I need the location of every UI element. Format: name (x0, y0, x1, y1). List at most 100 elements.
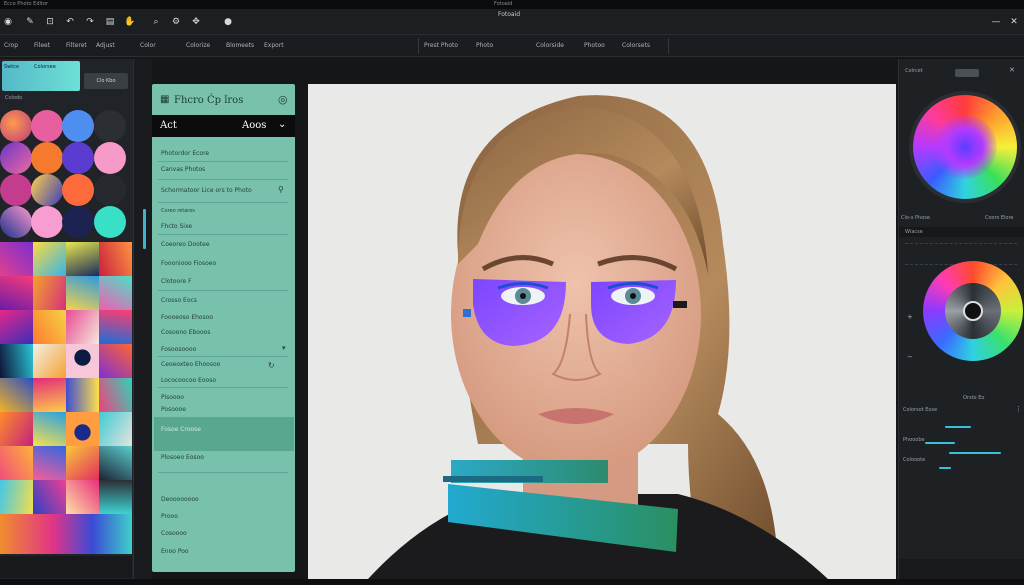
color-swatch[interactable] (62, 142, 94, 174)
menu-item-adjust[interactable]: Adjust (96, 42, 115, 49)
slider-fill[interactable] (939, 467, 951, 469)
slider-fill[interactable] (925, 442, 955, 444)
texture-tile[interactable] (66, 412, 99, 446)
texture-tile[interactable] (33, 344, 66, 378)
hand-icon[interactable]: ✋ (124, 16, 136, 28)
texture-tile[interactable] (0, 412, 33, 446)
crop-icon[interactable]: ⊡ (44, 16, 56, 28)
menu-item-color[interactable]: Color (140, 42, 156, 49)
color-swatch[interactable] (31, 142, 63, 174)
layer-item[interactable]: Foooeoso Ehosoo (161, 314, 213, 321)
menu-icon[interactable]: ⋮ (1015, 405, 1022, 413)
texture-tile[interactable] (0, 344, 33, 378)
texture-tile[interactable] (66, 344, 99, 378)
color-mode-toggle[interactable] (955, 69, 979, 77)
layers-icon[interactable]: ▤ (104, 16, 116, 28)
color-swatch[interactable] (94, 206, 126, 238)
texture-tile[interactable] (99, 344, 132, 378)
menu-item-colorize[interactable]: Colorize (186, 42, 210, 49)
hue-ring-pin[interactable] (963, 301, 983, 321)
layer-item[interactable]: Posoooe (161, 406, 186, 413)
texture-tile[interactable] (0, 446, 33, 480)
undo-icon[interactable]: ↶ (64, 16, 76, 28)
layer-item[interactable]: Schormatoor Lice ors to Photo (161, 187, 252, 194)
texture-tile[interactable] (0, 480, 33, 514)
slider-fill[interactable] (945, 426, 971, 428)
minus-icon[interactable]: − (907, 353, 913, 361)
texture-tile[interactable] (99, 276, 132, 310)
texture-tile[interactable] (99, 310, 132, 344)
swatches-header[interactable]: Swtce Colorsee (2, 61, 80, 91)
texture-tile[interactable] (99, 446, 132, 480)
slider-track[interactable] (905, 243, 1017, 249)
texture-tile[interactable] (33, 276, 66, 310)
color-swatch[interactable] (31, 110, 63, 142)
close-icon[interactable]: ✕ (1009, 66, 1015, 74)
brush-icon[interactable]: ✎ (24, 16, 36, 28)
settings-icon[interactable]: ◎ (278, 93, 288, 106)
color-swatch[interactable] (94, 142, 126, 174)
close-icon[interactable]: ✕ (1008, 16, 1020, 28)
scroll-indicator[interactable] (143, 209, 146, 249)
plus-icon[interactable]: + (907, 313, 913, 321)
layer-item[interactable]: Plosoeo Eosoo (161, 454, 204, 461)
color-swatch[interactable] (0, 174, 32, 206)
info-icon[interactable]: ● (222, 16, 234, 28)
layer-item[interactable]: Fosoosoooo (161, 346, 196, 353)
texture-tile[interactable] (66, 446, 99, 480)
move-icon[interactable]: ✥ (190, 16, 202, 28)
hue-ring[interactable] (923, 261, 1023, 361)
color-swatch[interactable] (94, 110, 126, 142)
layer-item[interactable]: Coeoreo Dootee (161, 241, 210, 248)
chevron-down-icon[interactable]: ▾ (282, 344, 286, 352)
texture-tile[interactable] (66, 242, 99, 276)
redo-icon[interactable]: ↷ (84, 16, 96, 28)
menu-item-crop[interactable]: Crop (4, 42, 18, 49)
layer-item[interactable]: Cosoooo (161, 530, 187, 537)
texture-tile[interactable] (0, 310, 33, 344)
layer-item[interactable]: Clotoore F (161, 278, 192, 285)
menu-item-colorside[interactable]: Colorside (536, 42, 564, 49)
layer-item[interactable]: Prooo (161, 513, 178, 520)
color-wheel[interactable] (909, 91, 1021, 203)
color-swatch[interactable] (62, 110, 94, 142)
settings-icon[interactable]: ⚙ (170, 16, 182, 28)
color-swatch[interactable] (62, 174, 94, 206)
texture-tile[interactable] (99, 412, 132, 446)
texture-tile[interactable] (0, 276, 33, 310)
refresh-icon[interactable]: ↻ (268, 361, 275, 370)
texture-tile[interactable] (66, 480, 99, 514)
layer-item[interactable]: Enoo Poo (161, 548, 189, 555)
color-swatch[interactable] (62, 206, 94, 238)
layer-item[interactable]: Crosso Eocs (161, 297, 197, 304)
zoom-icon[interactable]: ⌕ (150, 16, 162, 28)
layer-item[interactable]: Lococoocoo Eooso (161, 377, 216, 384)
swatches-tab[interactable]: Clo Kbo (84, 73, 128, 89)
layer-item[interactable]: Canvas Photos (161, 166, 205, 173)
texture-tile[interactable] (33, 378, 66, 412)
color-swatch[interactable] (31, 206, 63, 238)
texture-tile[interactable] (99, 242, 132, 276)
texture-tile[interactable] (0, 378, 33, 412)
layer-item[interactable]: Pisoooo (161, 394, 184, 401)
layers-mode-bar[interactable]: Act Aoos ⌄ (152, 115, 295, 137)
texture-tile[interactable] (66, 310, 99, 344)
layer-item-selected[interactable]: Fosoe Croose (161, 426, 201, 433)
slider-fill[interactable] (949, 452, 1001, 454)
texture-tile[interactable] (66, 276, 99, 310)
texture-tile[interactable] (99, 480, 132, 514)
texture-tile[interactable] (33, 242, 66, 276)
lock-icon[interactable]: ⚲ (278, 185, 284, 194)
layer-item[interactable]: Photordor Ecore (161, 150, 209, 157)
layer-item[interactable]: Ceoeoxteo Ehoosoo (161, 361, 220, 368)
color-swatch[interactable] (31, 174, 63, 206)
color-swatch[interactable] (0, 110, 32, 142)
eye-icon[interactable]: ◉ (2, 16, 14, 28)
texture-tile[interactable] (33, 446, 66, 480)
menu-item-export[interactable]: Export (264, 42, 284, 49)
texture-tile[interactable] (0, 242, 33, 276)
menu-item-fileet[interactable]: Fileet (34, 42, 50, 49)
texture-tile[interactable] (0, 514, 132, 554)
texture-tile[interactable] (66, 378, 99, 412)
minimize-icon[interactable]: — (990, 16, 1002, 28)
